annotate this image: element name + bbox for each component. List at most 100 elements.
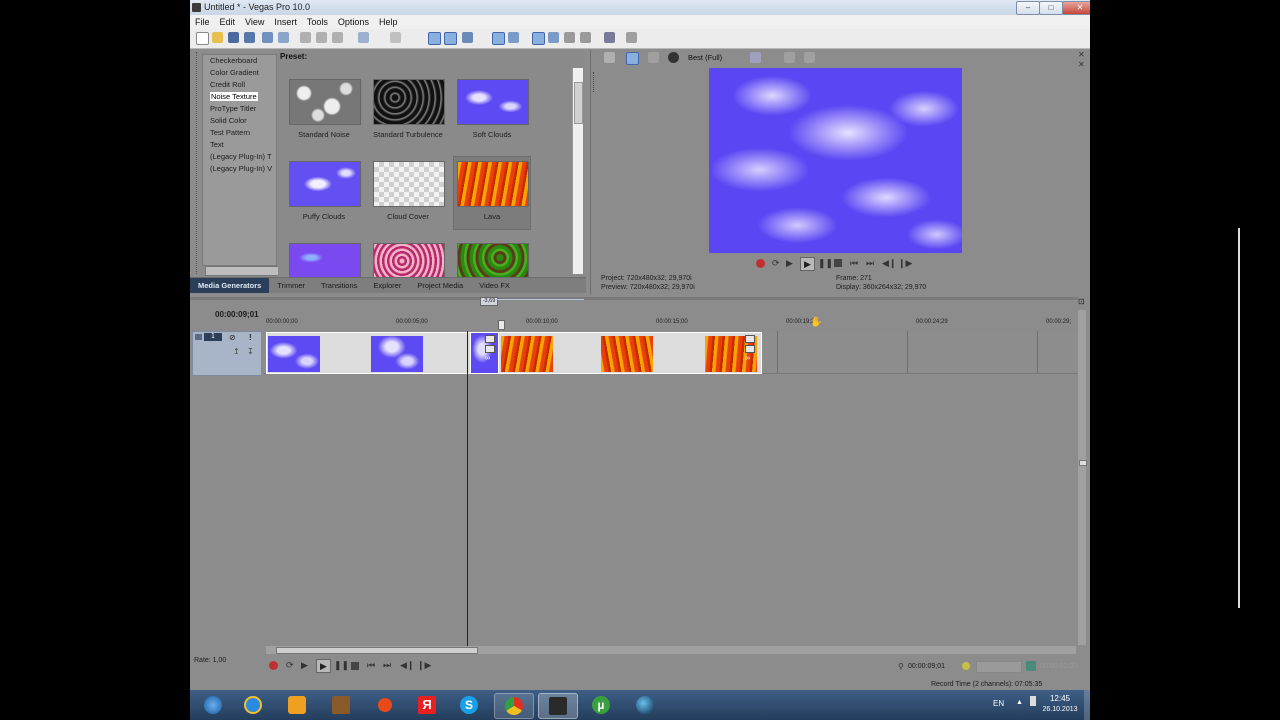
steam-taskbar-button[interactable]	[626, 693, 664, 717]
save-snapshot-icon[interactable]	[804, 52, 815, 63]
generator-item[interactable]: Color Gradient	[203, 67, 276, 79]
media-player-taskbar-button[interactable]	[278, 693, 316, 717]
docking-grip[interactable]	[196, 52, 201, 274]
skype-taskbar-button[interactable]: S	[450, 693, 488, 717]
record-icon[interactable]	[756, 259, 765, 268]
generator-item[interactable]: Solid Color	[203, 115, 276, 127]
tab-media-generators[interactable]: Media Generators	[190, 278, 270, 293]
ie-taskbar-button[interactable]	[234, 693, 272, 717]
network-icon[interactable]	[1030, 696, 1036, 706]
go-to-start-icon[interactable]: ⏮	[850, 258, 858, 269]
generator-item[interactable]: Test Pattern	[203, 127, 276, 139]
media-clip-lava[interactable]: ∞	[498, 332, 762, 374]
scroll-thumb[interactable]	[574, 82, 583, 124]
tab-trimmer[interactable]: Trimmer	[269, 278, 313, 293]
menu-tools[interactable]: Tools	[302, 15, 333, 27]
composite-parent-icon[interactable]: ↥	[233, 347, 240, 356]
tab-project-media[interactable]: Project Media	[409, 278, 471, 293]
stop-icon[interactable]	[351, 662, 359, 670]
cursor-handle[interactable]	[498, 320, 505, 330]
preset-soft-clouds[interactable]: Soft Clouds	[454, 75, 530, 147]
video-track-header[interactable]: 1 ⊘ ! ↥ ↧	[192, 331, 262, 376]
event-fx-icon[interactable]	[485, 345, 495, 353]
save-icon[interactable]	[228, 32, 239, 43]
generator-item[interactable]: (Legacy Plug-In) V	[203, 163, 276, 175]
scroll-thumb[interactable]	[276, 647, 478, 654]
docking-grip[interactable]	[593, 72, 597, 92]
split-screen-icon[interactable]	[668, 52, 679, 63]
generator-list-hscrollbar[interactable]	[205, 266, 282, 276]
pause-icon[interactable]: ❚❚	[334, 660, 349, 671]
timeline-hscrollbar[interactable]	[266, 646, 1076, 654]
save-as-icon[interactable]	[244, 32, 255, 43]
close-button[interactable]: ✕	[1062, 1, 1090, 15]
generator-item[interactable]: (Legacy Plug-In) T	[203, 151, 276, 163]
menu-view[interactable]: View	[240, 15, 269, 27]
play-from-start-icon[interactable]: ▶	[786, 258, 793, 269]
generator-item[interactable]: ProType Titler	[203, 103, 276, 115]
preset-tile[interactable]	[370, 239, 446, 311]
selection-tool-icon[interactable]	[564, 32, 575, 43]
generator-item[interactable]: Text	[203, 139, 276, 151]
open-icon[interactable]	[212, 32, 223, 43]
preview-close-pin[interactable]: ✕ ✕	[1078, 50, 1086, 100]
undo-icon[interactable]	[358, 32, 369, 43]
pause-icon[interactable]: ❚❚	[818, 258, 833, 269]
play-icon[interactable]: ▶	[316, 659, 331, 673]
preview-quality-dropdown[interactable]: Best (Full)	[688, 53, 722, 62]
preset-standard-turbulence[interactable]: Standard Turbulence	[370, 75, 446, 147]
record-icon[interactable]	[269, 661, 278, 670]
paste-icon[interactable]	[332, 32, 343, 43]
event-more-icon[interactable]: ∞	[745, 355, 750, 362]
time-ruler[interactable]: 00:00:00;00 00:00:05;00 00:00:10;00 00:0…	[264, 317, 1078, 331]
video-fx-icon[interactable]	[648, 52, 659, 63]
selection-end-time[interactable]: 00:00:00;00	[1040, 663, 1077, 670]
opera-taskbar-button[interactable]	[366, 693, 404, 717]
stop-icon[interactable]	[834, 259, 842, 267]
track-expand-icon[interactable]	[195, 334, 202, 340]
chrome-taskbar-button[interactable]	[494, 693, 534, 719]
composite-child-icon[interactable]: ↧	[247, 347, 254, 356]
timeline-empty-area[interactable]	[262, 374, 1078, 646]
event-pan-crop-icon[interactable]	[485, 335, 495, 343]
loop-icon[interactable]: ⟳	[772, 258, 780, 269]
selection-length-field[interactable]	[976, 661, 1022, 673]
render-icon[interactable]	[278, 32, 289, 43]
play-icon[interactable]: ▶	[800, 257, 815, 271]
cut-icon[interactable]	[300, 32, 311, 43]
external-monitor-icon[interactable]	[626, 52, 639, 65]
preset-lava[interactable]: Lava	[453, 156, 531, 230]
menu-edit[interactable]: Edit	[215, 15, 241, 27]
copy-icon[interactable]	[316, 32, 327, 43]
loop-icon[interactable]: ⟳	[286, 660, 294, 671]
envelope-tool-icon[interactable]	[548, 32, 559, 43]
loop-region-bar[interactable]	[496, 299, 584, 300]
maximize-button[interactable]: □	[1039, 1, 1063, 15]
menu-options[interactable]: Options	[333, 15, 374, 27]
show-desktop-button[interactable]	[1084, 690, 1090, 720]
ripple-edit-icon[interactable]	[462, 32, 473, 43]
game-taskbar-button[interactable]	[322, 693, 360, 717]
tab-transitions[interactable]: Transitions	[313, 278, 365, 293]
generator-item[interactable]: Checkerboard	[203, 55, 276, 67]
clock-date[interactable]: 26.10.2013	[1040, 706, 1080, 713]
prev-frame-icon[interactable]: ◀❙	[400, 660, 414, 671]
ignore-grouping-icon[interactable]	[508, 32, 519, 43]
playhead-cursor[interactable]	[467, 331, 468, 646]
snapping-icon[interactable]	[428, 32, 441, 45]
vegas-taskbar-button[interactable]	[538, 693, 578, 719]
normal-edit-tool-icon[interactable]	[532, 32, 545, 45]
next-frame-icon[interactable]: ❙▶	[898, 258, 912, 269]
panel-divider[interactable]	[590, 50, 591, 294]
redo-icon[interactable]	[390, 32, 401, 43]
timeline-pin-icon[interactable]: ⊡	[1078, 297, 1086, 307]
prev-frame-icon[interactable]: ◀❙	[882, 258, 896, 269]
tab-video-fx[interactable]: Video FX	[471, 278, 518, 293]
project-properties-icon[interactable]	[604, 52, 615, 63]
go-to-end-icon[interactable]: ⏭	[383, 660, 391, 671]
auto-crossfade-icon[interactable]	[444, 32, 457, 45]
generator-item[interactable]: Credit Roll	[203, 79, 276, 91]
zoom-tool-icon[interactable]	[580, 32, 591, 43]
video-track[interactable]: ∞ ∞	[264, 331, 1078, 374]
event-more-icon[interactable]: ∞	[485, 355, 490, 362]
